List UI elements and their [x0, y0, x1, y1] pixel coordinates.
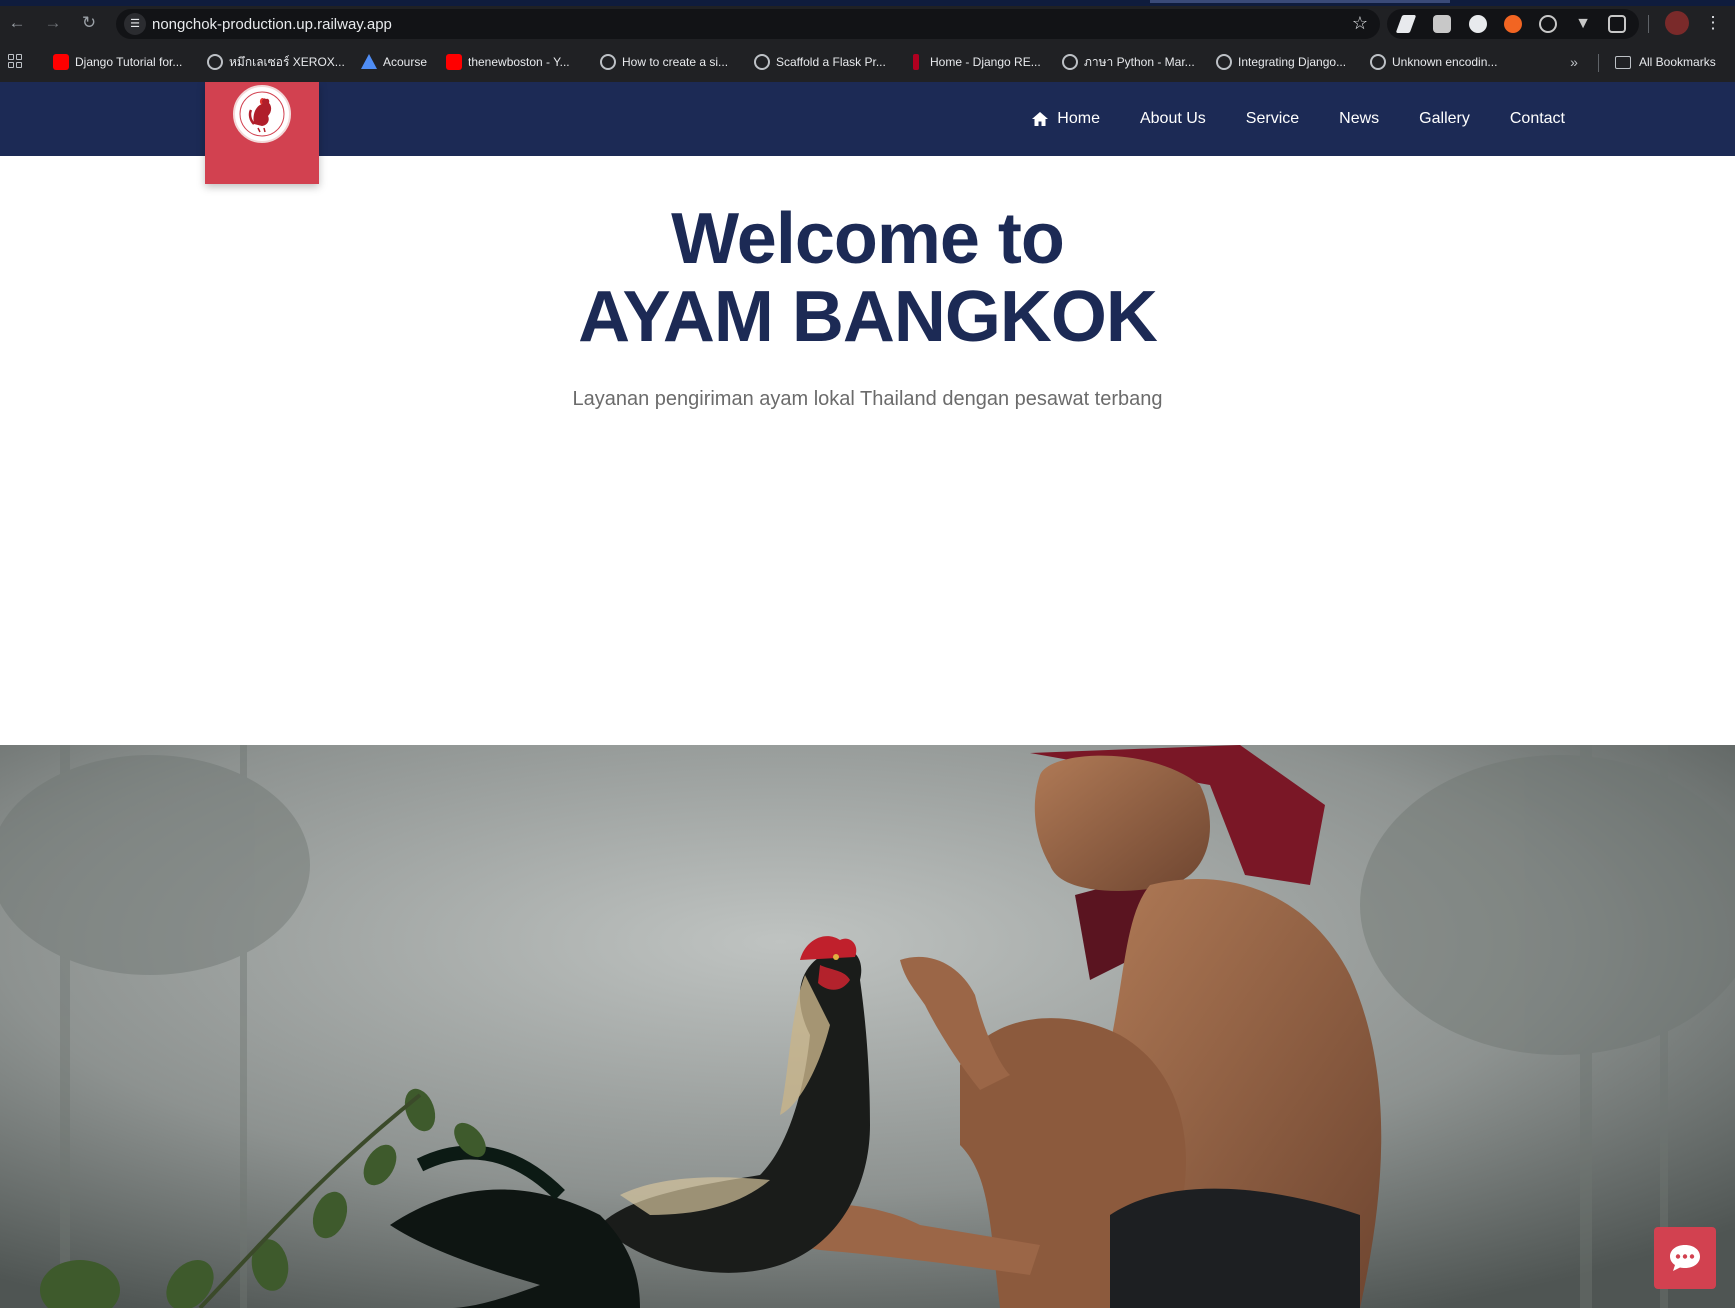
- chat-bubble-icon: [1670, 1245, 1700, 1271]
- bookmark-item[interactable]: How to create a si...: [600, 53, 728, 71]
- bookmark-item[interactable]: Home - Django RE...: [908, 53, 1041, 71]
- apps-grid-icon[interactable]: [8, 54, 22, 68]
- bookmark-item[interactable]: Unknown encodin...: [1370, 53, 1497, 71]
- bookmark-item[interactable]: หมึกเลเซอร์ XEROX...: [207, 53, 345, 71]
- bookmark-label: Django Tutorial for...: [75, 55, 183, 69]
- orange-extension-icon[interactable]: [1504, 15, 1522, 33]
- bookmark-label: Acourse: [383, 55, 428, 69]
- more-bookmarks-chevron-icon[interactable]: »: [1563, 51, 1585, 73]
- pen-extension-icon[interactable]: [1395, 15, 1417, 33]
- folder-icon: [1615, 56, 1631, 69]
- bookmark-label: Integrating Django...: [1238, 55, 1347, 69]
- vue-extension-icon[interactable]: ▼: [1574, 15, 1592, 33]
- bookmark-label: How to create a si...: [622, 55, 729, 69]
- hero-title-line1: Welcome to: [671, 199, 1065, 279]
- browser-chrome: ← → ↻ ☰ nongchok-production.up.railway.a…: [0, 0, 1735, 82]
- bookmarks-bar: Django Tutorial for... หมึกเลเซอร์ XEROX…: [0, 44, 1735, 78]
- web-page: Home About Us Service News Gallery Conta…: [0, 82, 1735, 1308]
- all-bookmarks-label: All Bookmarks: [1639, 55, 1716, 69]
- address-bar[interactable]: ☰ nongchok-production.up.railway.app ☆: [116, 9, 1380, 39]
- all-bookmarks-folder[interactable]: All Bookmarks: [1615, 53, 1716, 71]
- extensions-tray: ▼: [1387, 9, 1639, 39]
- hero-title: Welcome to AYAM BANGKOK: [0, 200, 1735, 356]
- nav-about-us[interactable]: About Us: [1140, 110, 1206, 128]
- bookmark-item[interactable]: Integrating Django...: [1216, 53, 1346, 71]
- main-menu: Home About Us Service News Gallery Conta…: [991, 82, 1565, 156]
- globe-icon: [1062, 54, 1078, 70]
- browser-toolbar: ← → ↻ ☰ nongchok-production.up.railway.a…: [0, 6, 1735, 42]
- globe-icon: [1216, 54, 1232, 70]
- address-url[interactable]: nongchok-production.up.railway.app: [152, 16, 392, 33]
- site-logo[interactable]: [205, 82, 319, 184]
- globe-icon: [600, 54, 616, 70]
- globe-icon: [1370, 54, 1386, 70]
- chat-extension-icon[interactable]: [1433, 15, 1451, 33]
- bookmark-label: หมึกเลเซอร์ XEROX...: [229, 55, 345, 69]
- circle-extension-icon[interactable]: [1469, 15, 1487, 33]
- rooster-logo-icon: [233, 85, 291, 143]
- globe-icon: [207, 54, 223, 70]
- bookmark-item[interactable]: ภาษา Python - Mar...: [1062, 53, 1195, 71]
- nav-gallery[interactable]: Gallery: [1419, 110, 1470, 128]
- bookmark-label: thenewboston - Y...: [468, 55, 570, 69]
- drf-icon: [913, 54, 919, 70]
- bookmark-star-icon[interactable]: ☆: [1352, 13, 1368, 34]
- chat-button[interactable]: [1654, 1227, 1716, 1289]
- youtube-icon: [53, 54, 69, 70]
- bookmark-label: Unknown encodin...: [1392, 55, 1498, 69]
- home-icon: [1032, 112, 1049, 126]
- nav-news[interactable]: News: [1339, 110, 1379, 128]
- reload-icon[interactable]: ↻: [78, 12, 100, 34]
- toolbar-divider: [1648, 15, 1649, 33]
- active-tab-indicator: [1150, 0, 1450, 3]
- nav-service[interactable]: Service: [1246, 110, 1299, 128]
- youtube-icon: [446, 54, 462, 70]
- profile-avatar[interactable]: [1665, 11, 1689, 35]
- acourse-icon: [361, 54, 377, 69]
- bookmarks-divider: [1598, 54, 1599, 72]
- forward-arrow-icon[interactable]: →: [42, 12, 64, 34]
- globe-icon: [754, 54, 770, 70]
- hero-subtitle: Layanan pengiriman ayam lokal Thailand d…: [572, 388, 1163, 410]
- nav-home[interactable]: Home: [1031, 110, 1100, 128]
- hero-photo: [0, 745, 1735, 1308]
- bookmark-label: Home - Django RE...: [930, 55, 1041, 69]
- puzzle-extensions-icon[interactable]: [1608, 15, 1626, 33]
- man-with-rooster-image: [0, 745, 1735, 1308]
- bookmark-label: Scaffold a Flask Pr...: [776, 55, 886, 69]
- hero-section: Welcome to AYAM BANGKOK Layanan pengirim…: [0, 156, 1735, 411]
- back-arrow-icon[interactable]: ←: [6, 12, 28, 34]
- bookmark-label: ภาษา Python - Mar...: [1084, 55, 1195, 69]
- react-extension-icon[interactable]: [1539, 15, 1557, 33]
- bookmark-item[interactable]: Django Tutorial for...: [53, 53, 182, 71]
- kebab-menu-icon[interactable]: ⋮: [1702, 12, 1724, 34]
- hero-title-line2: AYAM BANGKOK: [578, 277, 1158, 357]
- nav-home-label: Home: [1057, 110, 1100, 127]
- bookmark-item[interactable]: thenewboston - Y...: [446, 53, 570, 71]
- bookmark-item[interactable]: Acourse: [361, 53, 427, 71]
- site-info-icon[interactable]: ☰: [124, 13, 146, 35]
- nav-contact[interactable]: Contact: [1510, 110, 1565, 128]
- bookmark-item[interactable]: Scaffold a Flask Pr...: [754, 53, 886, 71]
